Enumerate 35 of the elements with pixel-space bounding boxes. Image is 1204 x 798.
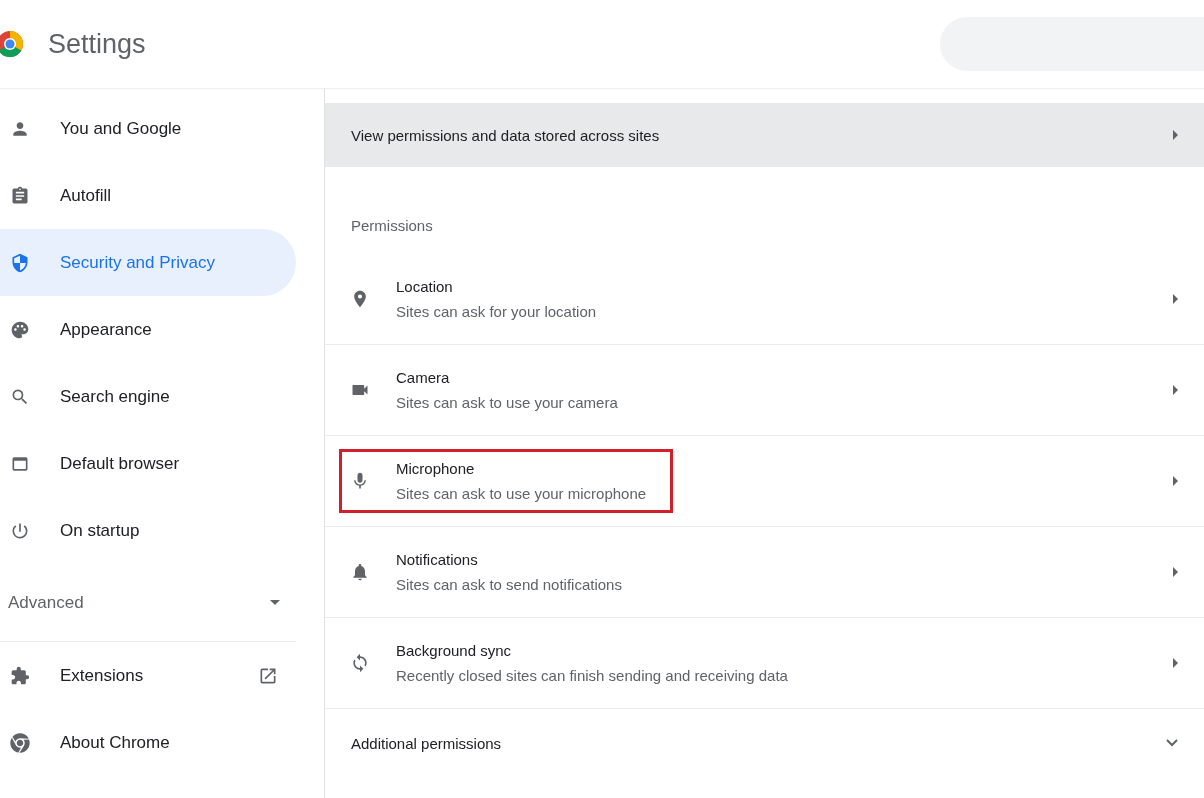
- bell-icon: [350, 562, 370, 582]
- chrome-logo-icon: [0, 30, 24, 58]
- sidebar-item[interactable]: On startup: [0, 497, 296, 564]
- permission-row[interactable]: Background sync Recently closed sites can finish sending and receiving data: [325, 618, 1204, 709]
- arrow-right-icon: [1173, 385, 1178, 395]
- sidebar-item[interactable]: Appearance: [0, 296, 296, 363]
- sidebar-link[interactable]: About Chrome: [0, 709, 296, 776]
- caret-icon: [270, 600, 280, 605]
- sidebar-item[interactable]: Search engine: [0, 363, 296, 430]
- palette-icon: [10, 319, 30, 340]
- arrow-right-icon: [1173, 130, 1178, 140]
- site-data-link[interactable]: View permissions and data stored across sites: [325, 103, 1204, 167]
- permission-row[interactable]: Notifications Sites can ask to send notifications: [325, 527, 1204, 618]
- sidebar-item[interactable]: Autofill: [0, 162, 296, 229]
- section-heading: Permissions: [350, 216, 434, 236]
- sidebar-item[interactable]: Security and Privacy: [0, 229, 296, 296]
- sidebar-item[interactable]: You and Google: [0, 95, 296, 162]
- advanced-toggle[interactable]: Advanced: [0, 564, 296, 642]
- arrow-right-icon: [1173, 658, 1178, 668]
- arrow-right-icon: [1173, 567, 1178, 577]
- additional-permissions-toggle[interactable]: Additional permissions: [325, 709, 1204, 777]
- sidebar-link[interactable]: Extensions: [0, 642, 296, 709]
- sidebar-item[interactable]: Default browser: [0, 430, 296, 497]
- arrow-right-icon: [1173, 476, 1178, 486]
- puzzle-icon: [10, 665, 30, 686]
- permission-row[interactable]: Location Sites can ask for your location: [325, 254, 1204, 345]
- chrome-icon: [10, 732, 30, 753]
- clipboard-icon: [10, 185, 30, 206]
- chevron-icon: [1166, 739, 1178, 747]
- shield-icon: [10, 252, 30, 273]
- permission-row[interactable]: Microphone Sites can ask to use your microphone: [325, 436, 1204, 527]
- permission-row[interactable]: Camera Sites can ask to use your camera: [325, 345, 1204, 436]
- sync-icon: [350, 653, 370, 673]
- page-title: Settings: [48, 28, 146, 60]
- arrow-right-icon: [1173, 294, 1178, 304]
